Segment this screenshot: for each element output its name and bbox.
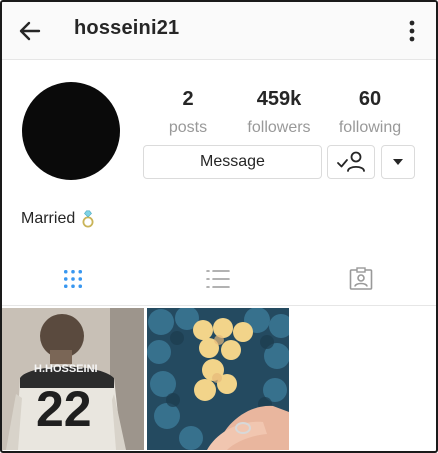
profile-bio: Married: [21, 210, 95, 228]
posts-count-label: posts: [168, 119, 208, 136]
followers-count-label: followers: [247, 119, 311, 136]
followers-count-value: 459k: [256, 88, 302, 110]
tagged-icon: [349, 267, 373, 290]
profile-screen: hosseini21 2 posts 459k followers 60 fol…: [0, 0, 438, 453]
following-count-label: following: [338, 119, 402, 136]
list-icon: [206, 270, 230, 288]
profile-tabs: [2, 252, 436, 306]
jersey-name-text: H.HOSSEINI: [34, 363, 98, 375]
jersey-number-text: 22: [36, 381, 92, 437]
message-button[interactable]: Message: [143, 145, 322, 179]
posts-count-value: 2: [182, 88, 194, 110]
tab-tagged[interactable]: [346, 264, 376, 294]
followers-count[interactable]: 459k followers: [240, 88, 318, 137]
user-check-icon: [337, 151, 365, 172]
post-image-roses: [147, 308, 289, 450]
posts-count: 2 posts: [157, 88, 219, 137]
grid-icon: [64, 270, 82, 288]
following-count[interactable]: 60 following: [330, 88, 410, 137]
caret-down-icon: [393, 159, 403, 165]
avatar[interactable]: [22, 82, 120, 180]
arrow-left-icon: [19, 21, 41, 41]
tab-list[interactable]: [203, 264, 233, 294]
post-thumbnail-jersey[interactable]: H.HOSSEINI 22: [2, 308, 144, 450]
profile-username: hosseini21: [74, 17, 180, 39]
suggestions-dropdown-button[interactable]: [381, 145, 415, 179]
post-thumbnail-roses[interactable]: [147, 308, 289, 450]
following-status-button[interactable]: [327, 145, 375, 179]
more-options-button[interactable]: [402, 17, 422, 45]
bio-text: Married: [21, 210, 76, 227]
tab-grid[interactable]: [58, 264, 88, 294]
more-vertical-icon: [409, 20, 415, 42]
post-image: H.HOSSEINI 22: [2, 308, 144, 450]
following-count-value: 60: [358, 88, 382, 110]
top-bar: hosseini21: [2, 2, 436, 60]
back-button[interactable]: [16, 17, 44, 45]
ring-icon: [82, 210, 94, 228]
